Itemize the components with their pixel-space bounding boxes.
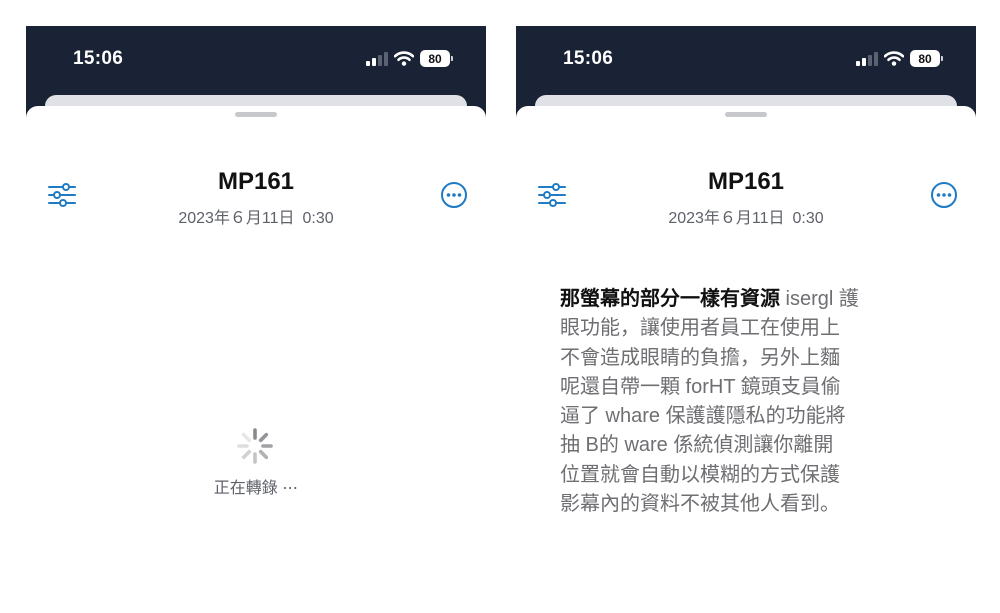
- recording-datetime: 2023年６月11日 0:30: [86, 204, 426, 228]
- sliders-icon[interactable]: [538, 182, 566, 208]
- status-time: 15:06: [563, 48, 614, 69]
- phone-screen-transcript: 15:06 80 MP161 2023年６月11日 0:30 那螢幕的部分一樣有…: [516, 26, 976, 613]
- recording-duration: 0:30: [792, 210, 824, 227]
- cellular-signal-icon: [856, 51, 878, 66]
- wifi-icon: [394, 51, 414, 66]
- transcript-line: 影幕內的資料不被其他人看到。: [560, 493, 840, 516]
- recording-datetime: 2023年６月11日 0:30: [576, 204, 916, 228]
- transcribing-status: 正在轉錄 ⋯: [213, 480, 299, 497]
- sheet-grabber[interactable]: [235, 112, 277, 117]
- battery-icon: 80: [420, 50, 453, 67]
- transcript-line: 逼了 whare 保護護隱私的功能將: [560, 405, 846, 428]
- recording-sheet: MP161 2023年６月11日 0:30 正在轉錄 ⋯: [26, 106, 486, 613]
- sheet-grabber[interactable]: [725, 112, 767, 117]
- transcript-line: 呢還自帶一顆 forHT 鏡頭支員偷: [560, 375, 841, 398]
- recording-title: MP161: [707, 168, 785, 195]
- sliders-icon[interactable]: [48, 182, 76, 208]
- phone-screen-transcribing: 15:06 80 MP161 2023年６月11日 0:30 正在轉錄 ⋯: [26, 26, 486, 613]
- spinner-icon: [235, 426, 275, 466]
- status-icons: 80: [366, 50, 453, 67]
- recording-date: 2023年６月11日: [668, 210, 785, 227]
- recording-date: 2023年６月11日: [178, 210, 295, 227]
- recording-title: MP161: [217, 168, 295, 195]
- transcript-highlight: 那螢幕的部分一樣有資源: [560, 288, 780, 310]
- more-circle-icon[interactable]: [440, 181, 468, 209]
- recording-duration: 0:30: [302, 210, 334, 227]
- transcript-line: 位置就會自動以模糊的方式保護: [560, 463, 840, 486]
- wifi-icon: [884, 51, 904, 66]
- transcript-line: 不會造成眼睛的負擔，另外上麵: [560, 346, 840, 369]
- more-circle-icon[interactable]: [930, 181, 958, 209]
- battery-icon: 80: [910, 50, 943, 67]
- status-bar: 15:06 80: [26, 26, 486, 94]
- transcript-text[interactable]: 那螢幕的部分一樣有資源 isergl 護眼功能，讓使用者員工在使用上 不會造成眼睛…: [560, 285, 905, 519]
- recording-sheet: MP161 2023年６月11日 0:30 那螢幕的部分一樣有資源 isergl …: [516, 106, 976, 613]
- status-bar: 15:06 80: [516, 26, 976, 94]
- transcript-line: 眼功能，讓使用者員工在使用上: [560, 317, 840, 340]
- transcript-line: isergl 護: [780, 288, 859, 310]
- status-time: 15:06: [73, 48, 124, 69]
- status-icons: 80: [856, 50, 943, 67]
- cellular-signal-icon: [366, 51, 388, 66]
- transcript-line: 抽 B的 ware 係統偵測讓你離開: [560, 434, 834, 457]
